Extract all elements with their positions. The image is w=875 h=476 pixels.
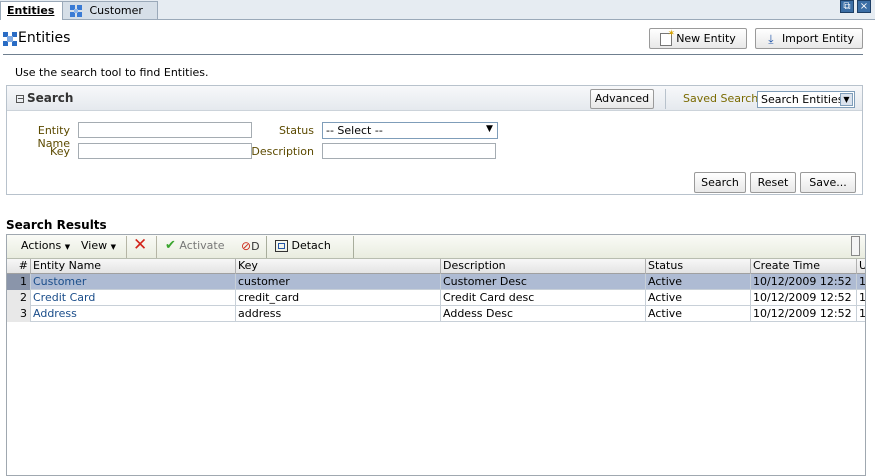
- description-cell: Addess Desc: [441, 306, 646, 322]
- description-label: Description: [251, 145, 314, 158]
- key-field[interactable]: [78, 143, 252, 159]
- u-cell: 1: [859, 275, 865, 288]
- no-entry-icon: ⊘: [241, 239, 252, 253]
- table-row[interactable]: 2 Credit Card credit_card Credit Card de…: [7, 290, 865, 306]
- column-header-entity-name[interactable]: Entity Name: [31, 259, 236, 274]
- import-entity-button[interactable]: ⤓ Import Entity: [755, 28, 863, 49]
- tab-entities-label: Entities: [7, 4, 55, 17]
- column-header-status[interactable]: Status: [646, 259, 751, 274]
- u-cell: 1: [859, 307, 865, 320]
- restore-icon[interactable]: ⧉: [840, 0, 854, 13]
- chevron-down-icon: ▼: [483, 124, 496, 137]
- status-select-value: -- Select --: [326, 124, 383, 137]
- new-document-icon: ✶: [660, 29, 675, 46]
- description-field[interactable]: [322, 143, 496, 159]
- search-button[interactable]: Search: [694, 172, 746, 193]
- entity-name-link[interactable]: Credit Card: [31, 290, 236, 306]
- saved-search-select[interactable]: Search Entities ▼: [757, 91, 855, 108]
- row-number: 1: [7, 274, 31, 290]
- column-header-key[interactable]: Key: [236, 259, 441, 274]
- key-cell: credit_card: [236, 290, 441, 306]
- view-menu[interactable]: View ▼: [81, 239, 116, 254]
- column-header-create-time[interactable]: Create Time: [751, 259, 857, 274]
- entity-icon: [69, 4, 83, 18]
- status-cell: Active: [646, 306, 751, 322]
- activate-button[interactable]: ✔ Activate: [165, 239, 225, 253]
- intro-text: Use the search tool to find Entities.: [15, 66, 209, 79]
- toolbar-separator: [156, 236, 157, 258]
- chevron-down-icon: ▼: [840, 93, 853, 106]
- search-results-title: Search Results: [6, 218, 107, 232]
- tab-customer-label: Customer: [89, 4, 143, 17]
- deactivate-button[interactable]: ⊘D: [241, 239, 260, 254]
- row-number: 3: [7, 306, 31, 322]
- create-time-cell: 10/12/2009 12:52 PM: [751, 306, 857, 322]
- key-cell: address: [236, 306, 441, 322]
- delete-icon[interactable]: ✕: [133, 236, 147, 254]
- description-cell: Customer Desc: [441, 274, 646, 290]
- tab-customer[interactable]: Customer: [63, 1, 158, 20]
- close-icon[interactable]: ×: [857, 0, 871, 13]
- new-entity-label: New Entity: [676, 32, 736, 45]
- tab-entities[interactable]: Entities: [0, 1, 63, 20]
- collapse-icon[interactable]: −: [16, 95, 24, 103]
- detach-label-wrap: Detach: [275, 239, 331, 253]
- toolbar-separator: [126, 236, 127, 258]
- column-header-description[interactable]: Description: [441, 259, 646, 274]
- entities-icon: [2, 31, 18, 50]
- save-search-button[interactable]: Save...: [800, 172, 856, 193]
- entity-name-field[interactable]: [78, 122, 252, 138]
- detach-label: Detach: [291, 239, 331, 252]
- create-time-cell: 10/12/2009 12:52 PM: [751, 274, 857, 290]
- activate-label: Activate: [179, 239, 225, 252]
- import-icon: ⤓: [768, 31, 774, 46]
- status-cell: Active: [646, 290, 751, 306]
- advanced-button[interactable]: Advanced: [590, 89, 654, 109]
- status-cell: Active: [646, 274, 751, 290]
- scrollbar[interactable]: [851, 236, 860, 256]
- create-time-cell: 10/12/2009 12:52 PM: [751, 290, 857, 306]
- saved-search-value: Search Entities: [761, 93, 844, 106]
- u-cell: 1: [859, 291, 865, 304]
- key-cell: customer: [236, 274, 441, 290]
- table-row[interactable]: 3 Address address Addess Desc Active 10/…: [7, 306, 865, 322]
- reset-button[interactable]: Reset: [750, 172, 796, 193]
- key-label: Key: [50, 145, 70, 158]
- description-cell: Credit Card desc: [441, 290, 646, 306]
- dropdown-arrow-icon: ▼: [110, 243, 116, 251]
- page-title: Entities: [18, 30, 71, 46]
- header-separator: [665, 89, 666, 109]
- column-header-u[interactable]: U: [857, 259, 865, 274]
- entity-name-link[interactable]: Address: [31, 306, 236, 322]
- deactivate-label: D: [251, 240, 260, 253]
- status-select[interactable]: -- Select -- ▼: [322, 122, 498, 139]
- entity-name-link[interactable]: Customer: [31, 274, 236, 290]
- dropdown-arrow-icon: ▼: [64, 243, 71, 251]
- table-row[interactable]: 1 Customer customer Customer Desc Active…: [7, 274, 865, 290]
- checkmark-icon: ✔: [165, 238, 176, 253]
- search-title: Search: [27, 91, 74, 105]
- actions-label: Actions: [21, 239, 62, 252]
- column-header-number[interactable]: #: [7, 259, 31, 274]
- view-label: View: [81, 239, 108, 252]
- actions-menu[interactable]: Actions ▼: [21, 239, 70, 254]
- status-label: Status: [278, 124, 314, 137]
- saved-search-label: Saved Search: [683, 92, 759, 105]
- header-divider: [3, 54, 863, 55]
- import-entity-label: Import Entity: [781, 32, 855, 45]
- detach-icon: [275, 240, 288, 252]
- new-entity-button[interactable]: ✶ New Entity: [649, 28, 747, 49]
- row-number: 2: [7, 290, 31, 306]
